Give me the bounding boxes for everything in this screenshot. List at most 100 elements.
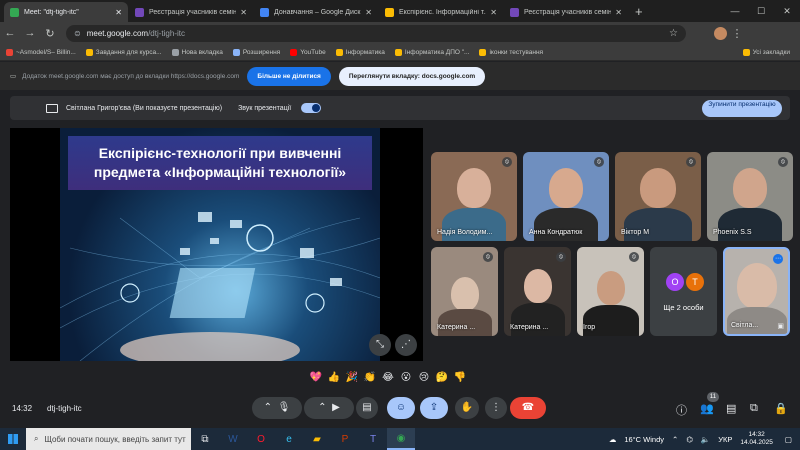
- weather-text[interactable]: 16°C Windy: [624, 435, 664, 444]
- tab-registration-1[interactable]: Реєстрація учасників семінару✕: [129, 2, 253, 22]
- reaction-heart-button[interactable]: 💖: [307, 372, 325, 383]
- file-explorer-icon[interactable]: ▰: [303, 428, 331, 450]
- task-view-icon[interactable]: ⧉: [191, 428, 219, 450]
- more-participants-tile[interactable]: O T Ще 2 особи: [650, 247, 717, 336]
- self-tile[interactable]: ⋯ Світла... ▣: [723, 247, 790, 336]
- volume-icon[interactable]: 🔈: [701, 435, 710, 444]
- raise-hand-button[interactable]: ✋: [455, 397, 479, 419]
- participant-tile[interactable]: ⦸ Надія Володим...: [431, 152, 517, 241]
- participant-tile[interactable]: ⦸ Катерина ...: [431, 247, 498, 336]
- bookmark-item[interactable]: ~Asmodel/S– Billin...: [6, 48, 76, 56]
- youtube-icon: [290, 48, 298, 56]
- bookmark-item[interactable]: Інформатика: [335, 48, 385, 56]
- folder-icon: [85, 48, 93, 56]
- participant-tile[interactable]: ⦸ Ігор: [577, 247, 644, 336]
- url-input[interactable]: ⊜ meet.google.com/dtj-tigh-itc ☆: [66, 24, 686, 42]
- host-controls-icon[interactable]: 🔒: [774, 402, 788, 415]
- back-icon[interactable]: ←: [0, 27, 20, 39]
- participant-body: [534, 208, 598, 241]
- participant-tile[interactable]: ⦸ Віктор М: [615, 152, 701, 241]
- taskbar-search-input[interactable]: ⌕ Щоби почати пошук, введіть запит тут: [26, 428, 191, 450]
- tab-meet[interactable]: Meet: "dtj-tigh-itc" ✕: [4, 2, 128, 22]
- close-tab-icon[interactable]: ✕: [490, 8, 497, 17]
- more-options-button[interactable]: ⋮: [485, 397, 507, 419]
- minimize-icon[interactable]: —: [722, 6, 748, 16]
- reaction-laugh-button[interactable]: 😂: [379, 372, 397, 383]
- teams-icon[interactable]: T: [359, 428, 387, 450]
- more-options-icon[interactable]: ⋯: [773, 254, 783, 264]
- participant-name: Віктор М: [621, 229, 650, 236]
- reaction-party-button[interactable]: 🎉: [343, 372, 361, 383]
- close-tab-icon[interactable]: ✕: [615, 8, 622, 17]
- leave-call-button[interactable]: ☎: [510, 397, 546, 419]
- participant-tile[interactable]: ⦸ Phoenix S.S: [707, 152, 793, 241]
- reaction-sad-button[interactable]: 😢: [415, 372, 433, 383]
- reaction-thinking-button[interactable]: 🤔: [433, 372, 451, 383]
- bookmark-item[interactable]: Розширення: [232, 48, 280, 56]
- tab-slides[interactable]: Експірієнс. Інформаційні т... ✕: [379, 2, 503, 22]
- microphone-icon: 🎙: [277, 402, 291, 413]
- participant-name: Надія Володим...: [437, 229, 493, 236]
- network-icon[interactable]: ⌬: [686, 435, 693, 444]
- bookmark-item[interactable]: Інформатика ДПО "...: [394, 48, 469, 56]
- chrome-icon[interactable]: ◉: [387, 428, 415, 450]
- share-screen-options-icon[interactable]: ⋰: [395, 334, 417, 356]
- people-icon[interactable]: 👥: [700, 402, 714, 415]
- bookmark-star-icon[interactable]: ☆: [669, 28, 678, 39]
- reload-icon[interactable]: ↻: [40, 27, 60, 40]
- chat-icon[interactable]: ▤: [726, 402, 736, 415]
- forward-icon[interactable]: →: [20, 27, 40, 39]
- reaction-thumbs-down-button[interactable]: 👎: [451, 372, 469, 383]
- participant-face: [640, 168, 676, 208]
- powerpoint-icon[interactable]: P: [331, 428, 359, 450]
- all-bookmarks[interactable]: Усі закладки: [742, 48, 790, 56]
- close-tab-icon[interactable]: ✕: [365, 8, 372, 17]
- presentation-audio-toggle[interactable]: [301, 103, 322, 113]
- microphone-button[interactable]: ⌃ 🎙: [252, 397, 302, 419]
- close-tab-icon[interactable]: ✕: [115, 8, 122, 17]
- captions-icon: ▤: [362, 402, 372, 413]
- captions-button[interactable]: ▤: [356, 397, 378, 419]
- new-tab-button[interactable]: +: [629, 4, 649, 22]
- tab-registration-2[interactable]: Реєстрація учасників семінару✕: [504, 2, 628, 22]
- bookmark-item[interactable]: Завдання для курса...: [85, 48, 162, 56]
- menu-dots-icon[interactable]: ⋮: [727, 27, 747, 40]
- participant-tile[interactable]: ⦸ Катерина ...: [504, 247, 571, 336]
- site-info-icon[interactable]: ⊜: [74, 29, 81, 38]
- presentation-slide: Експірієнс-технології при вивченні предм…: [60, 128, 380, 361]
- bookmark-item[interactable]: іконки тестування: [479, 48, 543, 56]
- camera-button[interactable]: ⌃ ▶: [304, 397, 354, 419]
- present-now-button[interactable]: ⇪: [420, 397, 448, 419]
- more-vert-icon: ⋮: [491, 402, 501, 413]
- language-indicator[interactable]: УКР: [718, 435, 732, 444]
- bookmark-item[interactable]: Нова вкладка: [171, 48, 223, 56]
- muted-mic-icon: ⦸: [556, 252, 566, 262]
- reaction-clap-button[interactable]: 👏: [361, 372, 379, 383]
- folder-icon: [394, 48, 402, 56]
- participant-tile[interactable]: ⦸ Анна Кондратюк: [523, 152, 609, 241]
- participant-body: [718, 208, 782, 241]
- edge-icon[interactable]: e: [275, 428, 303, 450]
- reaction-surprised-button[interactable]: 😮: [397, 372, 415, 383]
- windows-start-icon[interactable]: [8, 434, 18, 444]
- pin-screen-icon[interactable]: ⤡: [369, 334, 391, 356]
- activities-icon[interactable]: ⧉: [750, 402, 758, 415]
- presenter-text: Світлана Григор'єва (Ви показуєте презен…: [66, 104, 223, 112]
- close-tab-icon[interactable]: ✕: [240, 8, 247, 17]
- bookmark-item[interactable]: YouTube: [290, 48, 326, 56]
- taskbar-clock[interactable]: 14:32 14.04.2025: [740, 431, 773, 447]
- tab-google-drive[interactable]: Донавчання – Google Диск ✕: [254, 2, 378, 22]
- meeting-info-icon[interactable]: ⓘ: [676, 402, 687, 418]
- maximize-icon[interactable]: ☐: [748, 6, 774, 17]
- reactions-button[interactable]: ☺: [387, 397, 415, 419]
- opera-icon[interactable]: O: [247, 428, 275, 450]
- switch-tab-button[interactable]: Переглянути вкладку: docs.google.com: [338, 66, 486, 86]
- word-icon[interactable]: W: [219, 428, 247, 450]
- tray-chevron-icon[interactable]: ⌃: [672, 435, 678, 444]
- notifications-icon[interactable]: ▢: [785, 435, 792, 444]
- reaction-thumbs-up-button[interactable]: 👍: [325, 372, 343, 383]
- close-window-icon[interactable]: ✕: [774, 6, 800, 17]
- stop-sharing-button[interactable]: Більше не ділитися: [247, 66, 331, 86]
- stop-presenting-button[interactable]: Зупинити презентацію: [702, 99, 782, 117]
- profile-avatar[interactable]: [714, 26, 727, 40]
